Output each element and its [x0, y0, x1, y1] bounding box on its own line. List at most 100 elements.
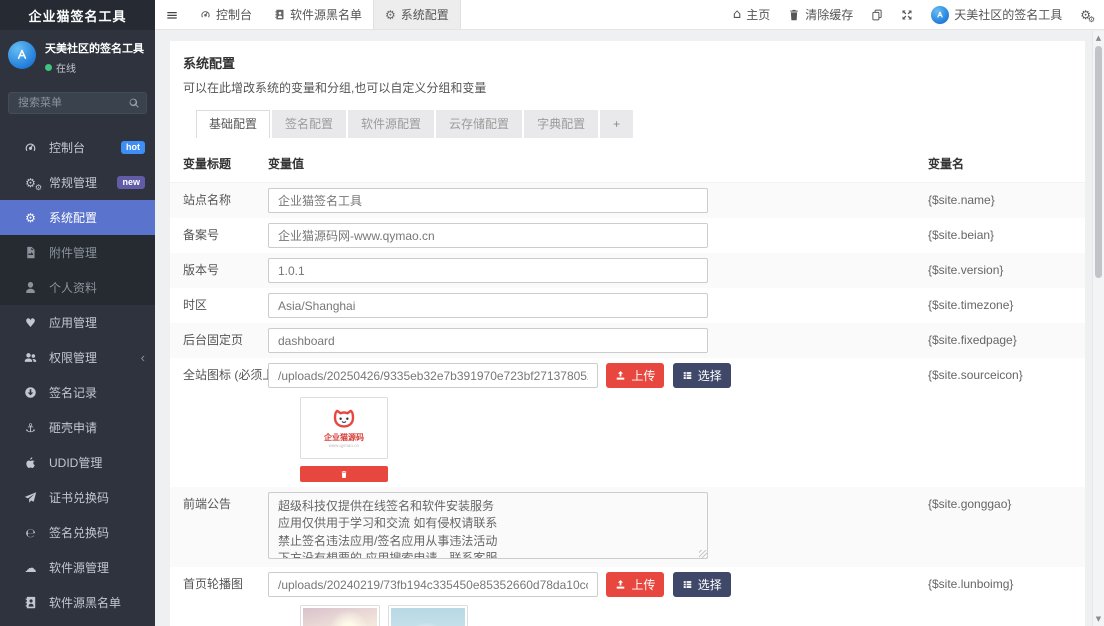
search-input[interactable]	[8, 92, 147, 114]
sidebar-item-cert-redeem-code[interactable]: 证书兑换码	[0, 480, 155, 515]
col-variable-name: 变量名	[928, 155, 1085, 172]
sidebar-item-repo-blacklist[interactable]: 软件源黑名单	[0, 585, 155, 620]
user-icon	[22, 281, 39, 294]
sidebar-item-app-manage[interactable]: ♥ 应用管理	[0, 305, 155, 340]
home-button[interactable]: ⌂主页	[724, 0, 779, 30]
fixedpage-input[interactable]	[268, 328, 708, 353]
tab-repo-config[interactable]: 软件源配置	[348, 110, 434, 138]
copy-page-button[interactable]	[862, 0, 892, 30]
carousel-path-input[interactable]	[268, 572, 598, 597]
file-icon	[22, 246, 39, 259]
choose-button[interactable]: 选择	[673, 363, 731, 388]
paper-plane-icon	[22, 491, 39, 504]
gonggao-textarea[interactable]: 超级科技仅提供在线签名和软件安装服务 应用仅供用于学习和交流 如有侵权请联系 禁…	[268, 492, 708, 559]
user-status: 在线	[45, 60, 144, 75]
sidebar-item-sign-redeem-code[interactable]: ℮ 签名兑换码	[0, 515, 155, 550]
topbar-tab-system-config[interactable]: ⚙ 系统配置	[373, 0, 461, 29]
variable-name: {$site.version}	[928, 258, 1085, 283]
tab-basic-config[interactable]: 基础配置	[196, 110, 270, 138]
gear-icon: ⚙	[22, 212, 39, 224]
sidebar-item-sign-records[interactable]: 签名记录	[0, 375, 155, 410]
sidebar-item-permission-manage[interactable]: 权限管理‹	[0, 340, 155, 375]
e-sign-icon: ℮	[22, 527, 39, 539]
choose-button[interactable]: 选择	[673, 572, 731, 597]
version-input[interactable]	[268, 258, 708, 283]
upload-button[interactable]: 上传	[606, 572, 664, 597]
sidebar-item-profile[interactable]: 个人资料	[0, 270, 155, 305]
tab-cloud-storage-config[interactable]: 云存储配置	[436, 110, 522, 138]
sidebar-item-udid-manage[interactable]: UDID管理	[0, 445, 155, 480]
table-row-timezone: 时区 {$site.timezone}	[170, 288, 1085, 323]
delete-image-button[interactable]	[300, 466, 388, 482]
chevron-left-icon: ‹	[141, 350, 145, 365]
table-row-version: 版本号 {$site.version}	[170, 253, 1085, 288]
appstore-logo-icon	[14, 47, 30, 63]
upload-button[interactable]: 上传	[606, 363, 664, 388]
clear-cache-button[interactable]: 清除缓存	[779, 0, 862, 30]
avatar[interactable]	[8, 41, 36, 69]
sidebar-item-general-manage[interactable]: ⚙⚙常规管理new	[0, 165, 155, 200]
sidebar-item-repo-manage[interactable]: ☁ 软件源管理	[0, 550, 155, 585]
scrollbar-thumb[interactable]	[1095, 46, 1102, 278]
cogs-icon: ⚙⚙	[22, 177, 39, 189]
sidebar-item-system-config[interactable]: ⚙系统配置	[0, 200, 155, 235]
scroll-up-icon[interactable]: ▲	[1093, 32, 1104, 44]
topbar-user-name: 天美社区的签名工具	[954, 6, 1062, 23]
page-subtitle: 可以在此增改系统的变量和分组,也可以自定义分组和变量	[183, 79, 1072, 96]
sidebar-item-shell-request[interactable]: ⚓砸壳申请	[0, 410, 155, 445]
topbar-tab-label: 控制台	[216, 6, 252, 23]
search-icon	[128, 97, 140, 109]
variable-name: {$site.beian}	[928, 223, 1085, 248]
col-variable-value: 变量值	[268, 155, 928, 172]
carousel-image-1	[300, 605, 380, 626]
gauge-icon	[22, 141, 39, 154]
sidebar-item-label: 签名兑换码	[49, 524, 145, 541]
sidebar-item-label: 应用管理	[49, 314, 145, 331]
variable-name: {$site.fixedpage}	[928, 328, 1085, 353]
fullscreen-button[interactable]	[892, 0, 922, 30]
avatar	[931, 6, 949, 24]
sidebar-search	[8, 92, 147, 114]
content-area: 系统配置 可以在此增改系统的变量和分组,也可以自定义分组和变量 基础配置 签名配…	[155, 31, 1092, 626]
tab-sign-config[interactable]: 签名配置	[272, 110, 346, 138]
topbar-tab-label: 软件源黑名单	[290, 6, 362, 23]
config-tabs: 基础配置 签名配置 软件源配置 云存储配置 字典配置 +	[196, 110, 1059, 138]
site-icon-path-input[interactable]	[268, 363, 598, 388]
online-dot-icon	[45, 64, 52, 71]
timezone-input[interactable]	[268, 293, 708, 318]
config-table: 变量标题 变量值 变量名 站点名称 {$site.name} 备案号 {$sit…	[170, 148, 1085, 626]
tab-dict-config[interactable]: 字典配置	[524, 110, 598, 138]
scroll-down-icon[interactable]: ▼	[1093, 613, 1104, 625]
col-variable-title: 变量标题	[183, 155, 268, 172]
anchor-icon: ⚓	[22, 422, 39, 434]
system-config-card: 系统配置 可以在此增改系统的变量和分组,也可以自定义分组和变量 基础配置 签名配…	[170, 41, 1085, 626]
table-header: 变量标题 变量值 变量名	[170, 148, 1085, 183]
sidebar-item-label: UDID管理	[49, 454, 145, 471]
site-name-input[interactable]	[268, 188, 708, 213]
beian-input[interactable]	[268, 223, 708, 248]
sidebar-item-label: 软件源管理	[49, 559, 145, 576]
carousel-image-2	[388, 605, 468, 626]
copy-icon	[871, 9, 883, 21]
sidebar-item-label: 签名记录	[49, 384, 145, 401]
vertical-scrollbar[interactable]: ▲ ▼	[1092, 31, 1104, 626]
user-menu[interactable]: 天美社区的签名工具	[922, 0, 1071, 30]
hamburger-menu-icon[interactable]: ≡	[155, 0, 189, 29]
sidebar-item-label: 权限管理	[49, 349, 141, 366]
table-row-beian: 备案号 {$site.beian}	[170, 218, 1085, 253]
site-icon-preview: 企业猫源码 www.qymao.cn	[300, 397, 388, 459]
add-tab-button[interactable]: +	[600, 110, 633, 138]
cloud-icon: ☁	[22, 562, 39, 574]
list-icon	[682, 579, 693, 590]
variable-name: {$site.sourceicon}	[928, 363, 1085, 388]
heart-icon: ♥	[22, 317, 39, 329]
cat-logo-icon	[329, 407, 359, 431]
topbar-tab-repo-blacklist[interactable]: 软件源黑名单	[263, 0, 373, 29]
users-icon	[22, 351, 39, 364]
sidebar-item-dashboard[interactable]: 控制台hot	[0, 130, 155, 165]
address-book-icon	[22, 596, 39, 609]
trash-icon	[340, 470, 348, 479]
topbar-tab-dashboard[interactable]: 控制台	[189, 0, 263, 29]
sidebar-item-attachment-manage[interactable]: 附件管理	[0, 235, 155, 270]
settings-button[interactable]: ⚙⚙	[1071, 0, 1104, 30]
